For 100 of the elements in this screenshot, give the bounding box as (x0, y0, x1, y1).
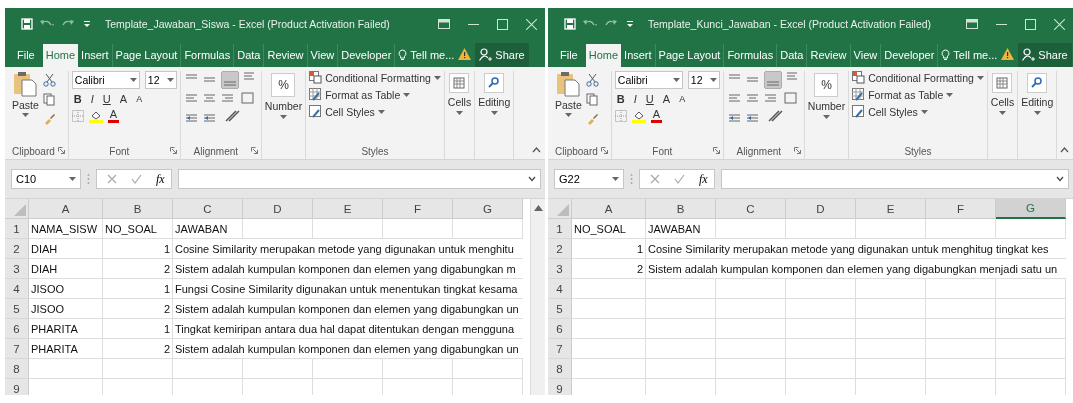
editing-button[interactable]: Editing (478, 71, 511, 143)
font-name-dropdown[interactable]: Calibri (71, 71, 140, 89)
font-size-dropdown[interactable]: 12 (144, 71, 177, 89)
cell-styles-button[interactable]: Cell Styles (309, 105, 441, 118)
close-icon[interactable] (526, 18, 537, 30)
row-header[interactable]: 7 (548, 339, 572, 359)
ribbon-tab[interactable]: File (9, 44, 43, 67)
column-header[interactable]: B (103, 199, 173, 219)
expand-icon[interactable] (1056, 176, 1064, 182)
font-size-dropdown[interactable]: 12 (687, 71, 720, 89)
dialog-launcher-icon[interactable] (600, 147, 608, 154)
row-header[interactable]: 2 (548, 239, 572, 259)
column-header[interactable]: A (29, 199, 103, 219)
row-header[interactable]: 4 (548, 279, 572, 299)
name-box[interactable]: G22 (554, 169, 624, 189)
format-as-table-button[interactable]: Format as Table (852, 88, 984, 101)
insert-function-button[interactable]: fx (156, 171, 165, 187)
underline-button[interactable]: U (643, 93, 656, 105)
column-header[interactable]: E (313, 199, 383, 219)
row-header[interactable]: 1 (548, 219, 572, 239)
scroll-up-icon[interactable] (533, 205, 543, 211)
cell-styles-button[interactable]: Cell Styles (852, 105, 984, 118)
close-icon[interactable] (1054, 18, 1065, 30)
share-button[interactable]: Share (1018, 43, 1072, 67)
scissors-icon[interactable] (585, 74, 599, 87)
column-header[interactable]: G (453, 199, 523, 219)
scissors-icon[interactable] (42, 74, 56, 87)
cells-button[interactable]: Cells (447, 71, 472, 143)
font-color-button[interactable]: A (107, 109, 120, 123)
tell-me-search[interactable]: Tell me... (395, 44, 458, 67)
ribbon-tab[interactable]: Home (42, 44, 79, 67)
cells-button[interactable]: Cells (990, 71, 1015, 143)
column-header[interactable]: E (856, 199, 926, 219)
collapse-ribbon-icon[interactable] (1060, 147, 1069, 153)
row-header[interactable]: 7 (5, 339, 29, 359)
underline-button[interactable]: U (100, 93, 113, 105)
expand-icon[interactable] (528, 176, 536, 182)
dropdown-icon[interactable] (626, 20, 634, 28)
ribbon-tab[interactable]: Home (585, 44, 622, 67)
shrink-font-button[interactable]: A (134, 94, 145, 104)
collapse-ribbon-icon[interactable] (532, 147, 541, 153)
copy-icon[interactable] (42, 93, 56, 106)
column-header[interactable]: F (383, 199, 453, 219)
dialog-launcher-icon[interactable] (169, 147, 177, 154)
paste-button[interactable]: Paste (555, 71, 582, 143)
italic-button[interactable]: I (88, 93, 96, 105)
column-header[interactable]: C (716, 199, 786, 219)
shrink-font-button[interactable]: A (677, 94, 688, 104)
grow-font-button[interactable]: A (117, 93, 130, 105)
column-header[interactable]: D (243, 199, 313, 219)
save-icon[interactable] (21, 18, 33, 30)
row-header[interactable]: 5 (5, 299, 29, 319)
save-icon[interactable] (564, 18, 576, 30)
row-header[interactable]: 4 (5, 279, 29, 299)
bold-button[interactable]: B (614, 93, 627, 105)
share-button[interactable]: Share (475, 43, 529, 67)
grow-font-button[interactable]: A (660, 93, 673, 105)
formula-input[interactable] (177, 169, 541, 189)
number-format-button[interactable]: % Number (264, 71, 303, 143)
insert-function-button[interactable]: fx (699, 171, 708, 187)
column-header[interactable]: B (646, 199, 716, 219)
row-header[interactable]: 9 (5, 379, 29, 395)
dialog-launcher-icon[interactable] (57, 147, 65, 154)
warning-icon[interactable] (1001, 48, 1015, 60)
row-header[interactable]: 1 (5, 219, 29, 239)
dialog-launcher-icon[interactable] (793, 147, 801, 154)
row-header[interactable]: 6 (548, 319, 572, 339)
bold-button[interactable]: B (71, 93, 84, 105)
ribbon-display-icon[interactable] (438, 19, 450, 29)
column-header[interactable]: C (173, 199, 243, 219)
format-as-table-button[interactable]: Format as Table (309, 88, 441, 101)
warning-icon[interactable] (458, 48, 472, 60)
row-header[interactable]: 2 (5, 239, 29, 259)
maximize-icon[interactable] (497, 18, 508, 30)
italic-button[interactable]: I (631, 93, 639, 105)
editing-button[interactable]: Editing (1021, 71, 1054, 143)
font-color-button[interactable]: A (650, 109, 663, 123)
ribbon-tab[interactable]: File (552, 44, 586, 67)
maximize-icon[interactable] (1025, 18, 1036, 30)
conditional-formatting-button[interactable]: Conditional Formatting (309, 71, 441, 84)
conditional-formatting-button[interactable]: Conditional Formatting (852, 71, 984, 84)
dropdown-icon[interactable] (83, 20, 91, 28)
row-header[interactable]: 8 (5, 359, 29, 379)
row-header[interactable]: 5 (548, 299, 572, 319)
font-name-dropdown[interactable]: Calibri (614, 71, 683, 89)
cancel-icon[interactable] (107, 174, 117, 184)
fill-color-icon[interactable] (631, 109, 646, 123)
name-box[interactable]: C10 (11, 169, 81, 189)
column-header[interactable]: G (996, 199, 1066, 219)
row-header[interactable]: 3 (5, 259, 29, 279)
copy-icon[interactable] (585, 93, 599, 106)
cancel-icon[interactable] (650, 174, 660, 184)
scrollbar[interactable] (530, 199, 545, 395)
column-header[interactable]: F (926, 199, 996, 219)
ribbon-display-icon[interactable] (966, 19, 978, 29)
column-header[interactable]: A (572, 199, 646, 219)
column-header[interactable]: D (786, 199, 856, 219)
number-format-button[interactable]: % Number (807, 71, 846, 143)
dialog-launcher-icon[interactable] (250, 147, 258, 154)
formula-input[interactable] (720, 169, 1069, 189)
